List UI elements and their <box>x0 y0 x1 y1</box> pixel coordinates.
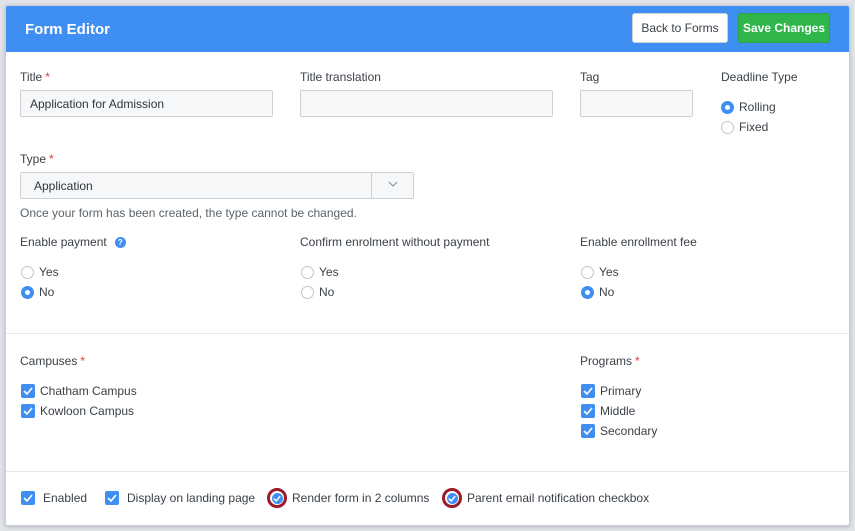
enabled-label: Enabled <box>43 491 88 505</box>
enable-payment-label-text: Enable payment <box>20 235 107 249</box>
deadline-rolling-option[interactable]: Rolling <box>721 100 776 114</box>
form-editor-window: Form Editor Back to Forms Save Changes T… <box>5 5 850 526</box>
checkbox-checked[interactable] <box>21 384 35 398</box>
type-label-text: Type <box>20 152 47 166</box>
no-label: No <box>39 285 55 299</box>
enrollment-fee-label: Enable enrollment fee <box>580 235 697 249</box>
section-divider <box>6 333 849 334</box>
program-label: Middle <box>600 404 636 418</box>
enrollment-fee-yes-option[interactable]: Yes <box>581 265 619 279</box>
program-label: Primary <box>600 384 642 398</box>
type-select-value: Application <box>34 179 93 193</box>
checkbox-checked[interactable] <box>21 404 35 418</box>
enable-payment-no-option[interactable]: No <box>21 285 54 299</box>
required-mark: * <box>80 354 86 368</box>
back-to-forms-button[interactable]: Back to Forms <box>632 13 728 43</box>
yes-label: Yes <box>319 265 339 279</box>
enrollment-fee-no-radio[interactable] <box>581 285 594 299</box>
title-label-text: Title <box>20 70 43 84</box>
fixed-label: Fixed <box>739 120 769 134</box>
highlight-ring <box>442 488 462 508</box>
title-translation-input[interactable] <box>300 90 553 117</box>
campus-label: Kowloon Campus <box>40 404 135 418</box>
campus-chatham-option[interactable]: Chatham Campus <box>21 384 137 398</box>
enable-payment-yes-radio[interactable] <box>21 265 34 279</box>
required-mark: * <box>49 152 54 166</box>
tag-label: Tag <box>580 70 600 84</box>
programs-label-text: Programs <box>580 354 633 368</box>
enable-payment-no-radio[interactable] <box>21 285 34 299</box>
confirm-enrolment-no-radio[interactable] <box>301 285 314 299</box>
required-mark: * <box>635 354 640 368</box>
render-two-columns-label: Render form in 2 columns <box>292 491 430 505</box>
deadline-type-label: Deadline Type <box>721 70 798 84</box>
no-label: No <box>599 285 615 299</box>
checkbox-checked[interactable] <box>581 424 595 438</box>
section-divider <box>6 471 849 472</box>
parent-email-notification-option[interactable]: Parent email notification checkbox <box>442 488 649 508</box>
checkbox-checked[interactable] <box>446 492 458 504</box>
program-label: Secondary <box>600 424 658 438</box>
render-two-columns-option[interactable]: Render form in 2 columns <box>267 488 429 508</box>
yes-label: Yes <box>39 265 59 279</box>
help-icon[interactable]: ? <box>114 237 126 248</box>
checkbox-checked[interactable] <box>581 384 595 398</box>
parent-email-notification-label: Parent email notification checkbox <box>467 491 650 505</box>
checkbox-checked[interactable] <box>581 404 595 418</box>
program-secondary-option[interactable]: Secondary <box>581 424 657 438</box>
rolling-radio[interactable] <box>721 100 734 114</box>
checkbox-checked[interactable] <box>105 491 119 505</box>
save-changes-button[interactable]: Save Changes <box>738 13 830 43</box>
enable-payment-yes-option[interactable]: Yes <box>21 265 59 279</box>
campuses-label: Campuses * <box>20 354 85 368</box>
programs-label: Programs * <box>580 354 640 368</box>
rolling-label: Rolling <box>739 100 776 114</box>
display-on-landing-label: Display on landing page <box>127 491 256 505</box>
chevron-down-icon[interactable] <box>388 178 398 190</box>
campus-kowloon-option[interactable]: Kowloon Campus <box>21 404 134 418</box>
confirm-enrolment-yes-radio[interactable] <box>301 265 314 279</box>
confirm-enrolment-no-option[interactable]: No <box>301 285 334 299</box>
title-label: Title * <box>20 70 50 84</box>
program-middle-option[interactable]: Middle <box>581 404 635 418</box>
program-primary-option[interactable]: Primary <box>581 384 641 398</box>
type-hint: Once your form has been created, the typ… <box>20 206 357 220</box>
yes-label: Yes <box>599 265 619 279</box>
deadline-fixed-option[interactable]: Fixed <box>721 120 768 134</box>
header-bar: Form Editor Back to Forms Save Changes <box>6 6 849 52</box>
fixed-radio[interactable] <box>721 120 734 134</box>
display-on-landing-option[interactable]: Display on landing page <box>105 491 255 505</box>
campuses-label-text: Campuses <box>20 354 78 368</box>
no-label: No <box>319 285 335 299</box>
type-label: Type * <box>20 152 54 166</box>
page-title: Form Editor <box>25 21 110 38</box>
title-translation-label: Title translation <box>300 70 381 84</box>
enrollment-fee-no-option[interactable]: No <box>581 285 614 299</box>
required-mark: * <box>45 70 50 84</box>
tag-input[interactable] <box>580 90 693 117</box>
select-divider <box>371 173 372 198</box>
title-input[interactable] <box>20 90 273 117</box>
highlight-ring <box>267 488 287 508</box>
confirm-enrolment-label: Confirm enrolment without payment <box>300 235 490 249</box>
enabled-option[interactable]: Enabled <box>21 491 87 505</box>
type-select[interactable]: Application <box>20 172 414 199</box>
checkbox-checked[interactable] <box>21 491 35 505</box>
confirm-enrolment-yes-option[interactable]: Yes <box>301 265 339 279</box>
checkbox-checked[interactable] <box>271 492 283 504</box>
enrollment-fee-yes-radio[interactable] <box>581 265 594 279</box>
enable-payment-label: Enable payment? <box>20 235 126 249</box>
campus-label: Chatham Campus <box>40 384 137 398</box>
